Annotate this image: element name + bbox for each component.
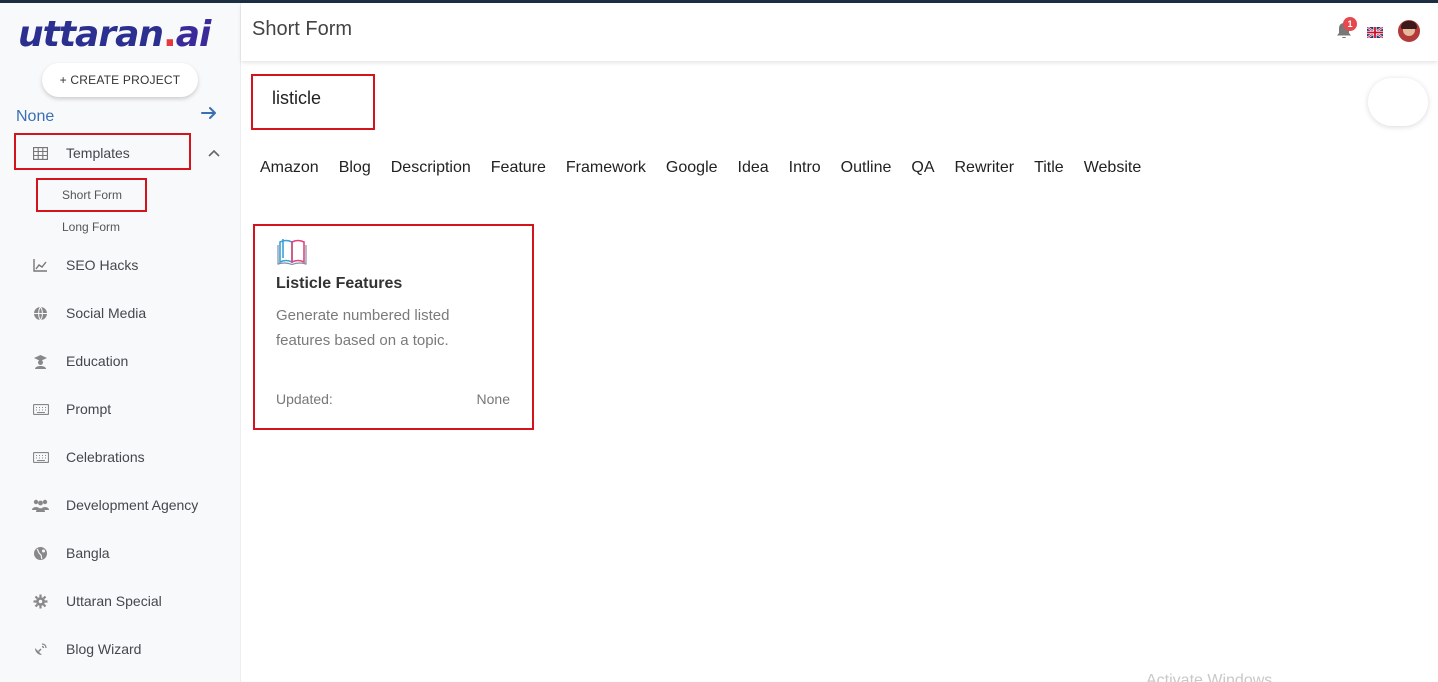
tab-amazon[interactable]: Amazon bbox=[260, 159, 319, 177]
highlight-box-card bbox=[253, 224, 534, 430]
category-tabs: Amazon Blog Description Feature Framewor… bbox=[260, 159, 1141, 177]
tab-feature[interactable]: Feature bbox=[491, 159, 546, 177]
current-project-name: None bbox=[16, 108, 55, 125]
sidebar-item-uttaran-special[interactable]: Uttaran Special bbox=[32, 589, 162, 613]
sidebar-item-celebrations[interactable]: Celebrations bbox=[32, 445, 145, 469]
app-logo[interactable]: uttaran.ai bbox=[18, 13, 211, 57]
top-header: Short Form 1 bbox=[241, 3, 1438, 61]
arrow-right-icon[interactable] bbox=[200, 104, 218, 122]
avatar-hair bbox=[1401, 21, 1417, 29]
page-title: Short Form bbox=[252, 18, 353, 40]
sidebar-item-label: Development Agency bbox=[66, 497, 199, 513]
tab-website[interactable]: Website bbox=[1084, 159, 1142, 177]
sidebar-item-label: Bangla bbox=[66, 545, 110, 561]
tab-description[interactable]: Description bbox=[391, 159, 471, 177]
graduate-icon bbox=[32, 353, 49, 370]
tab-framework[interactable]: Framework bbox=[566, 159, 646, 177]
sidebar-item-seo-hacks[interactable]: SEO Hacks bbox=[32, 253, 138, 277]
tab-google[interactable]: Google bbox=[666, 159, 718, 177]
tab-blog[interactable]: Blog bbox=[339, 159, 371, 177]
chart-line-icon bbox=[32, 257, 49, 274]
activate-windows-watermark: Activate Windows bbox=[1146, 672, 1273, 682]
floating-round-button[interactable] bbox=[1368, 78, 1428, 126]
tab-title[interactable]: Title bbox=[1034, 159, 1064, 177]
keyboard-icon bbox=[32, 449, 49, 466]
tab-outline[interactable]: Outline bbox=[841, 159, 892, 177]
tab-idea[interactable]: Idea bbox=[738, 159, 769, 177]
tab-rewriter[interactable]: Rewriter bbox=[955, 159, 1015, 177]
sidebar-item-prompt[interactable]: Prompt bbox=[32, 397, 111, 421]
notification-badge: 1 bbox=[1343, 17, 1357, 31]
sidebar-item-label: Education bbox=[66, 353, 129, 369]
sidebar-item-blog-wizard[interactable]: Blog Wizard bbox=[32, 637, 141, 661]
tab-intro[interactable]: Intro bbox=[789, 159, 821, 177]
uk-flag-icon[interactable] bbox=[1367, 27, 1383, 38]
keyboard-icon bbox=[32, 401, 49, 418]
sidebar-item-label: Uttaran Special bbox=[66, 593, 162, 609]
sidebar-item-label: SEO Hacks bbox=[66, 257, 139, 273]
satellite-icon bbox=[32, 641, 49, 658]
sidebar-item-label: Celebrations bbox=[66, 449, 145, 465]
tab-qa[interactable]: QA bbox=[911, 159, 934, 177]
sidebar-item-education[interactable]: Education bbox=[32, 349, 128, 373]
highlight-box-templates bbox=[14, 133, 191, 170]
sidebar-item-label: Blog Wizard bbox=[66, 641, 142, 657]
sidebar-subitem-long-form[interactable]: Long Form bbox=[62, 220, 120, 234]
sidebar-item-label: Prompt bbox=[66, 401, 112, 417]
sidebar-item-bangla[interactable]: Bangla bbox=[32, 541, 110, 565]
gear-icon bbox=[32, 593, 49, 610]
sidebar-item-label: Social Media bbox=[66, 305, 147, 321]
people-icon bbox=[32, 497, 49, 514]
highlight-box-short-form bbox=[36, 178, 147, 212]
sidebar: uttaran.ai + CREATE PROJECT None Templat… bbox=[0, 3, 241, 682]
user-avatar[interactable] bbox=[1398, 20, 1420, 42]
sidebar-item-social-media[interactable]: Social Media bbox=[32, 301, 146, 325]
sidebar-item-development-agency[interactable]: Development Agency bbox=[32, 493, 198, 517]
globe-alt-icon bbox=[32, 545, 49, 562]
globe-icon bbox=[32, 305, 49, 322]
highlight-box-search bbox=[251, 74, 375, 130]
chevron-up-icon[interactable] bbox=[207, 149, 221, 158]
create-project-button[interactable]: + CREATE PROJECT bbox=[42, 63, 198, 97]
